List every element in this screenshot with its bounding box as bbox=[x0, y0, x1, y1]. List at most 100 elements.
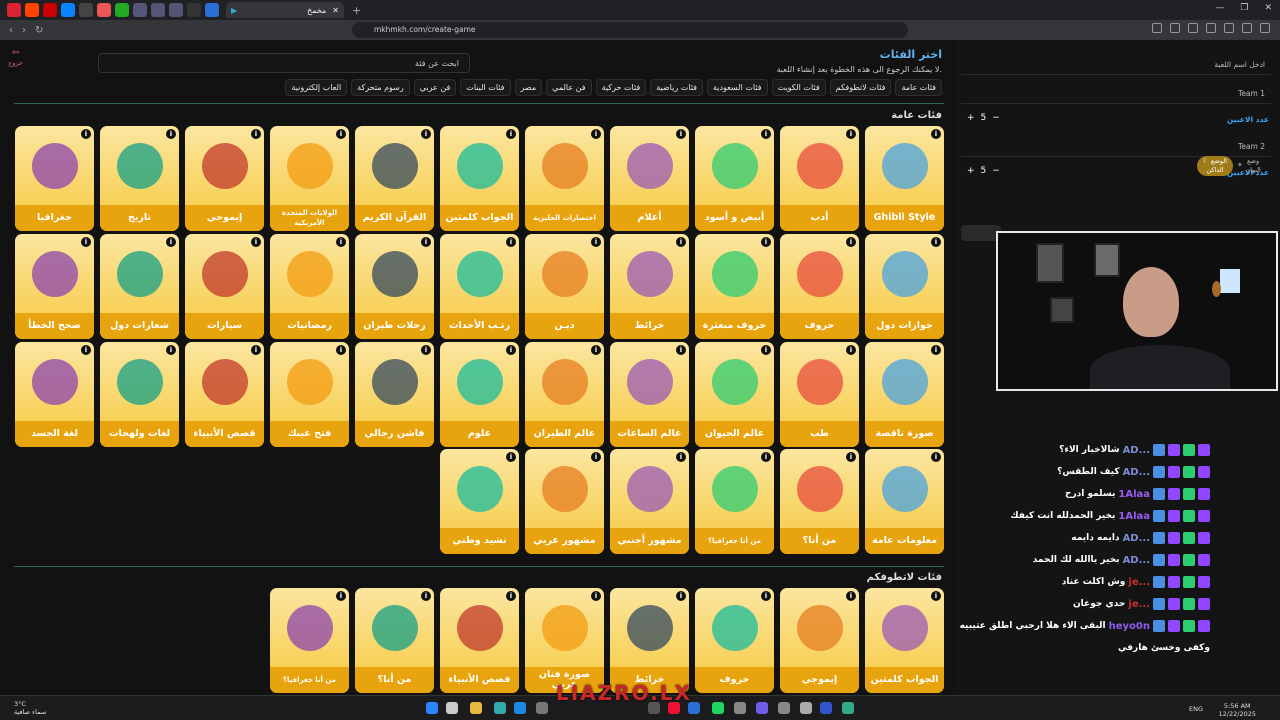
category-card[interactable]: i إيموجي bbox=[780, 588, 859, 693]
category-card[interactable]: i حروف bbox=[780, 234, 859, 339]
extension-icon[interactable] bbox=[1206, 23, 1216, 33]
info-icon[interactable]: i bbox=[931, 129, 941, 139]
language-indicator[interactable]: ENG bbox=[1189, 705, 1203, 713]
category-search-input[interactable]: ابحث عن فئة bbox=[98, 53, 470, 73]
chat-username[interactable]: 1Alaa bbox=[1118, 489, 1150, 500]
category-card[interactable]: i أدب bbox=[780, 126, 859, 231]
info-icon[interactable]: i bbox=[846, 591, 856, 601]
info-icon[interactable]: i bbox=[336, 345, 346, 355]
category-card[interactable]: i معلومات عامة bbox=[865, 449, 944, 554]
info-icon[interactable]: i bbox=[931, 237, 941, 247]
info-icon[interactable]: i bbox=[336, 237, 346, 247]
info-icon[interactable]: i bbox=[166, 345, 176, 355]
info-icon[interactable]: i bbox=[761, 345, 771, 355]
app-icon[interactable] bbox=[842, 702, 854, 714]
team1-name-input[interactable]: Team 1 bbox=[961, 84, 1271, 104]
category-card[interactable]: i سيارات bbox=[185, 234, 264, 339]
category-card[interactable]: i من أنا جغرافيا؟ bbox=[695, 449, 774, 554]
increment-button[interactable]: + bbox=[967, 166, 981, 176]
pinned-tab-icon[interactable] bbox=[97, 3, 111, 17]
category-card[interactable]: i جغرافيا bbox=[15, 126, 94, 231]
category-card[interactable]: i علوم bbox=[440, 342, 519, 447]
category-card[interactable]: i حروف bbox=[695, 588, 774, 693]
chat-username[interactable]: 1Alaa bbox=[1118, 511, 1150, 522]
category-chip[interactable]: فئات لاتطوفكم bbox=[829, 79, 892, 96]
start-icon[interactable] bbox=[426, 702, 438, 714]
weather-widget[interactable]: 3°C سماء صافية bbox=[14, 700, 46, 716]
app-icon[interactable] bbox=[778, 702, 790, 714]
app-icon[interactable] bbox=[820, 702, 832, 714]
minimize-button[interactable]: — bbox=[1215, 3, 1224, 13]
pinned-tab-icon[interactable] bbox=[205, 3, 219, 17]
info-icon[interactable]: i bbox=[336, 129, 346, 139]
info-icon[interactable]: i bbox=[676, 452, 686, 462]
category-card[interactable]: i من أنا جغرافيا؟ bbox=[270, 588, 349, 693]
category-card[interactable]: i أعلام bbox=[610, 126, 689, 231]
category-chip[interactable]: فئات حركية bbox=[595, 79, 647, 96]
back-icon[interactable]: ‹ bbox=[9, 25, 13, 36]
category-card[interactable]: i عالم الطيران bbox=[525, 342, 604, 447]
category-chip[interactable]: فئات رياضية bbox=[650, 79, 703, 96]
chat-username[interactable]: heyo0n bbox=[1109, 621, 1150, 632]
category-card[interactable]: i القرآن الكريم bbox=[355, 126, 434, 231]
category-card[interactable]: i الولايات المتحدة الأمريكية bbox=[270, 126, 349, 231]
info-icon[interactable]: i bbox=[846, 345, 856, 355]
category-chip[interactable]: فئات عامة bbox=[895, 79, 942, 96]
category-card[interactable]: i قصص الأنبياء bbox=[185, 342, 264, 447]
category-card[interactable]: i من أنا؟ bbox=[780, 449, 859, 554]
extension-icon[interactable] bbox=[1224, 23, 1234, 33]
info-icon[interactable]: i bbox=[761, 452, 771, 462]
chat-username[interactable]: AD... bbox=[1123, 533, 1150, 544]
pinned-tab-icon[interactable] bbox=[115, 3, 129, 17]
category-card[interactable]: i رحلات طيران bbox=[355, 234, 434, 339]
app-icon[interactable] bbox=[514, 702, 526, 714]
category-chip[interactable]: فئات البنات bbox=[460, 79, 511, 96]
category-card[interactable]: i رمضانيات bbox=[270, 234, 349, 339]
game-name-input[interactable]: ادخل اسم اللعبة bbox=[961, 55, 1271, 75]
chat-username[interactable]: je... bbox=[1128, 577, 1150, 588]
info-icon[interactable]: i bbox=[591, 129, 601, 139]
app-icon[interactable] bbox=[494, 702, 506, 714]
info-icon[interactable]: i bbox=[676, 591, 686, 601]
info-icon[interactable]: i bbox=[251, 129, 261, 139]
category-chip[interactable]: رسوم متحركة bbox=[351, 79, 410, 96]
info-icon[interactable]: i bbox=[81, 345, 91, 355]
decrement-button[interactable]: − bbox=[992, 166, 1006, 176]
extension-icon[interactable] bbox=[1260, 23, 1270, 33]
pinned-tab-icon[interactable] bbox=[79, 3, 93, 17]
category-chip[interactable]: فئات الكويت bbox=[771, 79, 826, 96]
dark-mode-pill[interactable]: ☾ الوضع الداكن bbox=[1197, 156, 1233, 176]
close-tab-icon[interactable]: ✕ bbox=[332, 6, 339, 15]
extension-icon[interactable] bbox=[1242, 23, 1252, 33]
category-chip[interactable]: فئات السعودية bbox=[706, 79, 768, 96]
category-card[interactable]: i ديـن bbox=[525, 234, 604, 339]
info-icon[interactable]: i bbox=[591, 345, 601, 355]
category-card[interactable]: i خرائط bbox=[610, 234, 689, 339]
pinned-tab-icon[interactable] bbox=[61, 3, 75, 17]
category-card[interactable]: i صورة ناقصة bbox=[865, 342, 944, 447]
category-card[interactable]: i نشيد وطني bbox=[440, 449, 519, 554]
category-card[interactable]: i عالم الحيوان bbox=[695, 342, 774, 447]
start-game-button-partial[interactable] bbox=[961, 225, 1001, 241]
category-card[interactable]: i تاريخ bbox=[100, 126, 179, 231]
info-icon[interactable]: i bbox=[591, 591, 601, 601]
category-card[interactable]: i صحح الخطأ bbox=[15, 234, 94, 339]
info-icon[interactable]: i bbox=[506, 591, 516, 601]
category-card[interactable]: i طب bbox=[780, 342, 859, 447]
info-icon[interactable]: i bbox=[676, 129, 686, 139]
info-icon[interactable]: i bbox=[846, 129, 856, 139]
category-chip[interactable]: العاب إلكترونية bbox=[285, 79, 348, 96]
info-icon[interactable]: i bbox=[421, 129, 431, 139]
new-tab-button[interactable]: + bbox=[352, 4, 361, 17]
category-card[interactable]: i لغة الجسد bbox=[15, 342, 94, 447]
info-icon[interactable]: i bbox=[761, 591, 771, 601]
restore-button[interactable]: ❐ bbox=[1240, 3, 1248, 13]
info-icon[interactable]: i bbox=[591, 452, 601, 462]
close-window-button[interactable]: ✕ bbox=[1264, 3, 1272, 13]
info-icon[interactable]: i bbox=[761, 129, 771, 139]
chat-username[interactable]: je... bbox=[1128, 599, 1150, 610]
category-card[interactable]: i فاشن رجالي bbox=[355, 342, 434, 447]
pinned-tab-icon[interactable] bbox=[151, 3, 165, 17]
category-card[interactable]: i قصص الأنبياء bbox=[440, 588, 519, 693]
info-icon[interactable]: i bbox=[336, 591, 346, 601]
